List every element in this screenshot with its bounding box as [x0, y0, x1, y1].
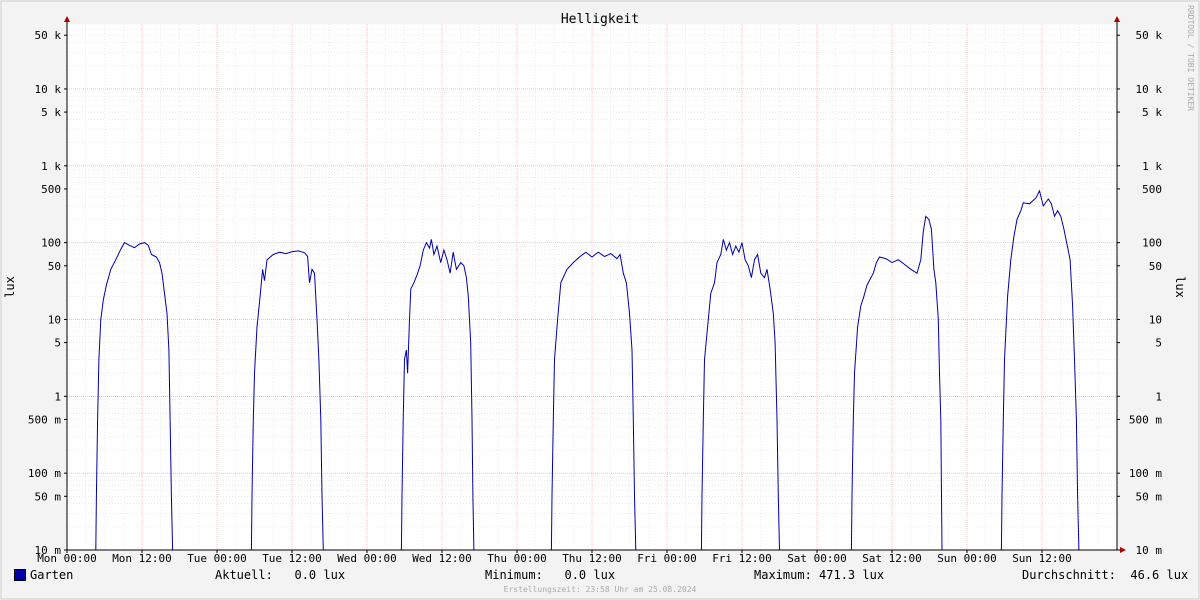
legend-maximum: Maximum: 471.3 lux	[754, 568, 885, 582]
x-tick-label: Wed 12:00	[412, 552, 472, 565]
x-tick-label: Wed 00:00	[337, 552, 397, 565]
x-tick-label: Sun 00:00	[937, 552, 997, 565]
y-tick-label-right: 500 m	[1129, 413, 1162, 426]
y-axis-label-left: lux	[3, 276, 17, 298]
x-tick-label: Sat 00:00	[787, 552, 847, 565]
rrdtool-watermark: RRDTOOL / TOBI OETIKER	[1186, 5, 1195, 111]
y-axis-label-right: lux	[1173, 276, 1187, 298]
y-tick-label-right: 50 k	[1136, 29, 1163, 42]
y-tick-label-right: 1	[1155, 390, 1162, 403]
y-tick-label-left: 10	[48, 313, 61, 326]
x-tick-label: Thu 12:00	[562, 552, 622, 565]
x-tick-label: Sun 12:00	[1012, 552, 1072, 565]
y-tick-label-right: 10 m	[1136, 544, 1163, 557]
x-tick-label: Fri 12:00	[712, 552, 772, 565]
y-tick-label-left: 5 k	[41, 106, 61, 119]
legend-series-name: Garten	[30, 568, 74, 582]
chart-window: 50 k 10 k 5 k 1 k 500 100 50 10 5 1 500 m 100 m 50 m…	[0, 0, 1200, 600]
y-tick-label-right: 5 k	[1142, 106, 1162, 119]
creation-timestamp: Erstellungszeit: 23:58 Uhr am 25.08.2024	[504, 585, 697, 594]
y-tick-label-right: 50	[1149, 260, 1162, 273]
y-tick-label-right: 10	[1149, 313, 1162, 326]
brightness-chart: 50 k 10 k 5 k 1 k 500 100 50 10 5 1 500 m 100 m 50 m…	[0, 0, 1200, 600]
y-tick-label-left: 5	[54, 337, 61, 350]
x-tick-label: Fri 00:00	[637, 552, 697, 565]
y-tick-label-right: 5	[1155, 337, 1162, 350]
y-tick-label-right: 100 m	[1129, 467, 1162, 480]
y-tick-label-left: 100	[41, 237, 61, 250]
y-tick-label-right: 500	[1142, 183, 1162, 196]
legend-current: Aktuell: 0.0 lux	[215, 568, 346, 582]
y-tick-label-left: 100 m	[28, 467, 61, 480]
y-tick-label-left: 50 k	[35, 29, 62, 42]
legend-swatch-garten	[14, 569, 26, 581]
y-tick-label-right: 10 k	[1136, 83, 1163, 96]
x-tick-label: Tue 12:00	[262, 552, 322, 565]
x-tick-label: Sat 12:00	[862, 552, 922, 565]
chart-title: Helligkeit	[561, 12, 639, 27]
legend-minimum: Minimum: 0.0 lux	[485, 568, 616, 582]
y-tick-label-left: 1 k	[41, 160, 61, 173]
legend-average: Durchschnitt: 46.6 lux	[1022, 568, 1189, 582]
x-tick-label: Mon 00:00	[37, 552, 97, 565]
x-tick-label: Tue 00:00	[187, 552, 247, 565]
y-tick-label-left: 10 k	[35, 83, 62, 96]
x-tick-label: Thu 00:00	[487, 552, 547, 565]
y-tick-label-left: 1	[54, 390, 61, 403]
y-tick-label-right: 50 m	[1136, 490, 1163, 503]
y-tick-label-right: 100	[1142, 237, 1162, 250]
y-tick-label-left: 50 m	[35, 490, 62, 503]
x-tick-label: Mon 12:00	[112, 552, 172, 565]
y-tick-label-left: 50	[48, 260, 61, 273]
y-tick-label-left: 500	[41, 183, 61, 196]
y-tick-label-right: 1 k	[1142, 160, 1162, 173]
y-tick-label-left: 500 m	[28, 413, 61, 426]
